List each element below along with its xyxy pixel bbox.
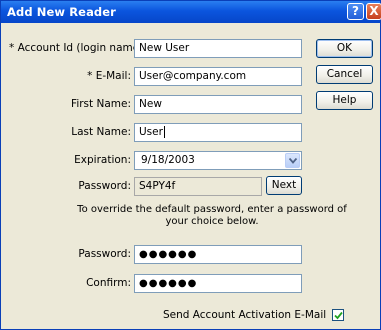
last-name-value: User [139, 126, 163, 138]
help-button[interactable]: Help [316, 91, 373, 110]
default-password-label: Password: [78, 180, 131, 192]
title-bar: Add New Reader ? X [1, 1, 381, 23]
first-name-label: First Name: [71, 98, 131, 110]
account-id-label: * Account Id (login name): [9, 42, 147, 54]
last-name-input[interactable]: User [134, 123, 302, 142]
last-name-label: Last Name: [71, 126, 131, 138]
email-label: * E-Mail: [87, 70, 131, 82]
password-mask: ●●●●●● [139, 249, 198, 260]
confirm-mask: ●●●●●● [139, 278, 198, 289]
expiration-dropdown[interactable]: 9/18/2003 [134, 151, 302, 170]
activation-email-label: Send Account Activation E-Mail [163, 309, 327, 321]
activation-email-checkbox[interactable] [332, 309, 344, 321]
confirm-label: Confirm: [86, 277, 131, 289]
note-line-2: your choice below. [165, 216, 259, 227]
window-title: Add New Reader [7, 5, 116, 19]
add-new-reader-dialog: Add New Reader ? X * Account Id (login n… [0, 0, 381, 330]
expiration-label: Expiration: [74, 154, 131, 166]
dialog-content: * Account Id (login name): New User * E-… [1, 23, 380, 329]
default-password-field: S4PY4f [134, 177, 262, 196]
expiration-value: 9/18/2003 [141, 154, 195, 166]
close-button[interactable]: X [366, 3, 381, 20]
cancel-button[interactable]: Cancel [316, 65, 373, 84]
chevron-down-icon[interactable] [285, 153, 300, 168]
first-name-input[interactable]: New [134, 95, 302, 114]
override-password-note: To override the default password, enter … [71, 204, 353, 228]
checkmark-icon [334, 311, 343, 320]
ok-button[interactable]: OK [316, 39, 373, 58]
help-title-button[interactable]: ? [347, 3, 364, 20]
help-icon: ? [352, 4, 359, 18]
password-label: Password: [78, 248, 131, 260]
confirm-input[interactable]: ●●●●●● [134, 274, 302, 293]
email-input[interactable]: User@company.com [134, 67, 302, 86]
text-caret [163, 126, 165, 138]
note-line-1: To override the default password, enter … [77, 204, 347, 215]
next-button[interactable]: Next [266, 176, 302, 195]
close-icon: X [369, 4, 379, 18]
password-input[interactable]: ●●●●●● [134, 245, 302, 264]
account-id-input[interactable]: New User [134, 39, 302, 58]
